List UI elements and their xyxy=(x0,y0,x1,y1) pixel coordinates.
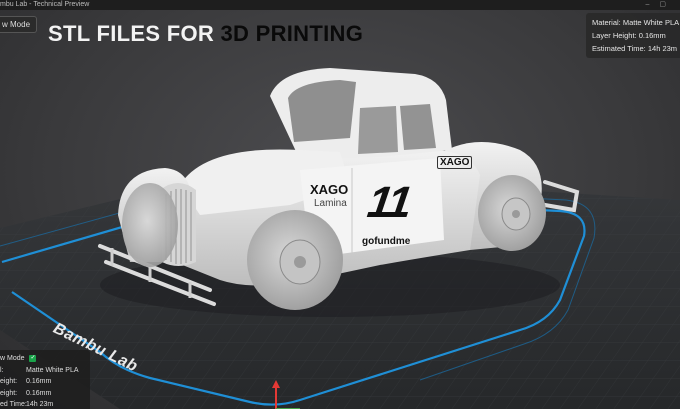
estimated-time-text: Estimated Time: 14h 23m xyxy=(592,44,678,53)
info-row-value: Matte White PLA xyxy=(26,366,79,374)
info-row: ed Time:14h 23m xyxy=(0,399,84,409)
info-row-value: 14h 23m xyxy=(26,401,54,408)
headline-part1: STL FILES FOR xyxy=(48,21,221,46)
info-row: eight: 0.16mm xyxy=(0,388,84,400)
info-row-value: 0.16mm xyxy=(26,389,52,397)
info-row: l: Matte White PLA xyxy=(0,365,84,377)
headline-banner: STL FILES FOR 3D PRINTING xyxy=(48,21,363,47)
info-row-label: l: xyxy=(0,366,4,374)
car-number: 11 xyxy=(364,178,414,227)
headline-part2: 3D PRINTING xyxy=(220,21,364,46)
rear-sponsor: XAGO xyxy=(437,156,473,169)
door-sponsor: gofundme xyxy=(362,236,411,247)
material-text: Material: Matte White PLA xyxy=(592,18,680,27)
info-row: eight: 0.16mm xyxy=(0,376,84,388)
layer-height-text: Layer Height: 0.16mm xyxy=(592,31,666,40)
window-controls[interactable]: –▢ xyxy=(645,0,676,10)
info-row-label: ed Time: xyxy=(0,401,27,408)
3d-viewport[interactable]: XAGO Lamina 11 gofundme XAGO Bambu Lab w… xyxy=(0,10,680,409)
view-mode-header[interactable]: w Mode ✓ xyxy=(0,353,84,365)
checkmark-icon[interactable]: ✓ xyxy=(29,354,37,362)
info-row-value: 0.16mm xyxy=(26,378,52,385)
print-info-panel: Material: Matte White PLA Layer Height: … xyxy=(586,13,680,58)
hood-sponsor: XAGO xyxy=(310,182,349,197)
view-mode-panel: w Mode ✓ l: Matte White PLA eight: 0.16mm … xyxy=(0,350,90,409)
window-titlebar: mbu Lab - Technical Preview –▢ xyxy=(0,0,680,10)
info-row-label: eight: xyxy=(0,389,18,397)
view-mode-button[interactable]: w Mode xyxy=(0,16,38,33)
hood-sponsor-sub: Lamina xyxy=(314,198,347,209)
info-row-label: eight: xyxy=(0,378,18,385)
view-mode-title: w Mode xyxy=(0,355,25,362)
window-title: mbu Lab - Technical Preview xyxy=(0,1,90,8)
